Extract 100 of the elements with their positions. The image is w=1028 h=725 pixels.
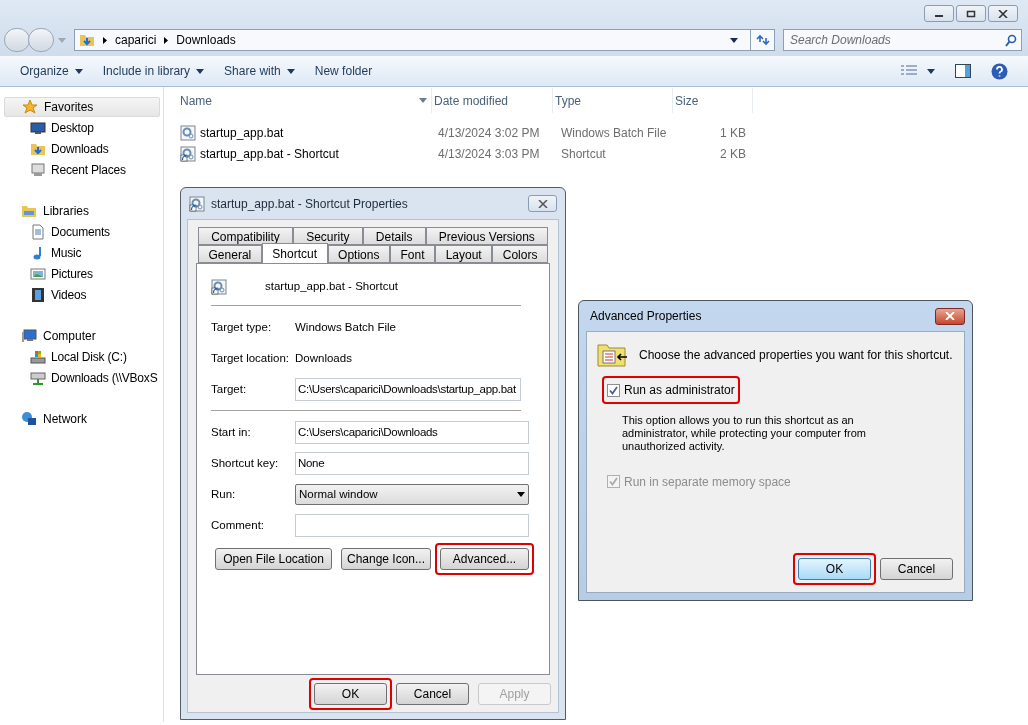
tab[interactable]: Security	[293, 227, 363, 245]
minimize-button[interactable]	[924, 5, 954, 22]
breadcrumb-link[interactable]: caparici	[115, 31, 157, 49]
field-label: Comment:	[211, 517, 266, 533]
disk-icon	[30, 348, 46, 365]
search-icon	[1005, 33, 1017, 47]
refresh-icon	[755, 34, 770, 46]
nav-group-item[interactable]: Libraries	[4, 201, 160, 221]
maximize-icon	[966, 9, 976, 18]
network-icon	[21, 411, 37, 427]
file-name[interactable]: startup_app.bat	[200, 123, 284, 142]
field-label: Target type:	[211, 319, 273, 335]
dialog-button[interactable]: Cancel	[880, 558, 953, 580]
toolbar-menu-button[interactable]: Include in library	[92, 59, 215, 83]
toolbar-menu-button[interactable]: Share with	[214, 59, 305, 83]
toolbar-menu-button[interactable]: New folder	[304, 59, 383, 83]
dialog-button[interactable]: OK	[798, 558, 871, 580]
tab[interactable]: Details	[362, 227, 426, 245]
column-header[interactable]: Name	[178, 88, 432, 113]
field-label: Run:	[211, 486, 237, 502]
tab[interactable]: Options	[327, 245, 390, 263]
breadcrumb-link[interactable]: Downloads	[176, 31, 236, 49]
tab[interactable]: Layout	[435, 245, 493, 263]
close-icon	[998, 9, 1008, 18]
field-label: Target:	[211, 381, 248, 397]
star-icon	[22, 99, 38, 115]
tab[interactable]: General	[198, 245, 262, 263]
field-label: Start in:	[211, 424, 252, 440]
action-button[interactable]: Advanced...	[440, 548, 529, 571]
caret-icon	[517, 491, 525, 497]
nav-item[interactable]: Local Disk (C:)	[4, 346, 160, 367]
tab[interactable]: Shortcut	[261, 243, 328, 263]
shortcut-file-icon	[211, 278, 227, 295]
toolbar-menu-button[interactable]: Organize	[10, 59, 93, 83]
caret-icon	[419, 98, 427, 103]
nav-item[interactable]: Downloads (\\VBoxS	[4, 367, 160, 388]
caret-icon	[730, 37, 738, 43]
close-icon	[945, 312, 955, 320]
view-options-button[interactable]	[901, 65, 935, 77]
field-label: Target location:	[211, 350, 290, 366]
input-field[interactable]: C:\Users\caparici\Downloads\startup_app.bat	[295, 377, 521, 401]
action-button[interactable]: Change Icon...	[341, 548, 431, 571]
dialog-title: Advanced Properties	[590, 308, 702, 325]
library-icon	[21, 203, 37, 219]
gear-file-icon	[180, 124, 196, 141]
column-header[interactable]: Date modified	[432, 88, 553, 113]
nav-item[interactable]: Desktop	[4, 117, 160, 138]
nav-item[interactable]: Pictures	[4, 263, 160, 284]
dialog-button[interactable]: OK	[314, 683, 387, 705]
close-icon	[537, 199, 548, 208]
action-button[interactable]: Open File Location	[215, 548, 332, 571]
tab[interactable]: Colors	[492, 245, 548, 263]
checkbox-option[interactable]: Run as administrator	[607, 381, 735, 399]
checkbox[interactable]	[607, 383, 620, 397]
dialog-title: startup_app.bat - Shortcut Properties	[211, 195, 408, 213]
tab[interactable]: Previous Versions	[425, 227, 548, 245]
nav-item[interactable]: Documents	[4, 221, 160, 242]
document-icon	[30, 223, 46, 240]
prompt-text: Choose the advanced properties you want for this shortcut.	[639, 347, 953, 364]
nav-item[interactable]: Music	[4, 242, 160, 263]
close-button[interactable]	[528, 195, 557, 212]
close-button[interactable]	[988, 5, 1018, 22]
shortcut-file-icon	[189, 195, 205, 212]
input-field[interactable]	[295, 513, 529, 537]
size-cell-text: 1 KB	[719, 124, 746, 142]
type-cell-text: Windows Batch File	[560, 124, 668, 142]
tab[interactable]: Font	[390, 245, 436, 263]
close-button[interactable]	[935, 307, 965, 325]
date-cell-text: 4/13/2024 3:02 PM	[437, 124, 541, 142]
folder-list-icon	[597, 342, 629, 368]
input-field[interactable]: C:\Users\caparici\Downloads	[295, 420, 529, 444]
nav-item[interactable]: Recent Places	[4, 159, 160, 180]
search-field[interactable]: Search Downloads	[783, 29, 1022, 51]
nav-group-item[interactable]: Computer	[4, 326, 160, 346]
nav-group-item[interactable]: Network	[4, 409, 160, 429]
nav-item[interactable]: Videos	[4, 284, 160, 305]
column-header[interactable]: Type	[553, 88, 673, 113]
preview-pane-icon[interactable]	[955, 64, 971, 78]
input-field[interactable]: None	[295, 451, 529, 475]
tab[interactable]: Compatibility	[198, 227, 293, 245]
type-cell-text: Shortcut	[560, 145, 607, 163]
chevron-icon	[103, 36, 107, 44]
address-bar[interactable]: caparici Downloads	[74, 29, 775, 51]
maximize-button[interactable]	[956, 5, 986, 22]
dialog-button[interactable]: Cancel	[396, 683, 469, 705]
help-icon[interactable]	[991, 62, 1008, 80]
nav-group-item[interactable]: Favorites	[4, 97, 160, 117]
desktop-icon	[30, 119, 46, 136]
nav-item[interactable]: Downloads	[4, 138, 160, 159]
shortcut-file-icon	[180, 145, 196, 162]
picture-icon	[30, 265, 46, 282]
search-input[interactable]: Search Downloads	[790, 31, 1005, 49]
chevron-icon	[164, 36, 169, 44]
network-drive-icon	[30, 369, 46, 386]
file-name[interactable]: startup_app.bat - Shortcut	[200, 144, 339, 163]
caret-icon	[927, 68, 935, 74]
size-cell-text: 2 KB	[719, 145, 746, 163]
caret-icon	[286, 68, 295, 74]
column-header[interactable]: Size	[673, 88, 753, 113]
dropdown-field[interactable]: Normal window	[295, 483, 529, 505]
